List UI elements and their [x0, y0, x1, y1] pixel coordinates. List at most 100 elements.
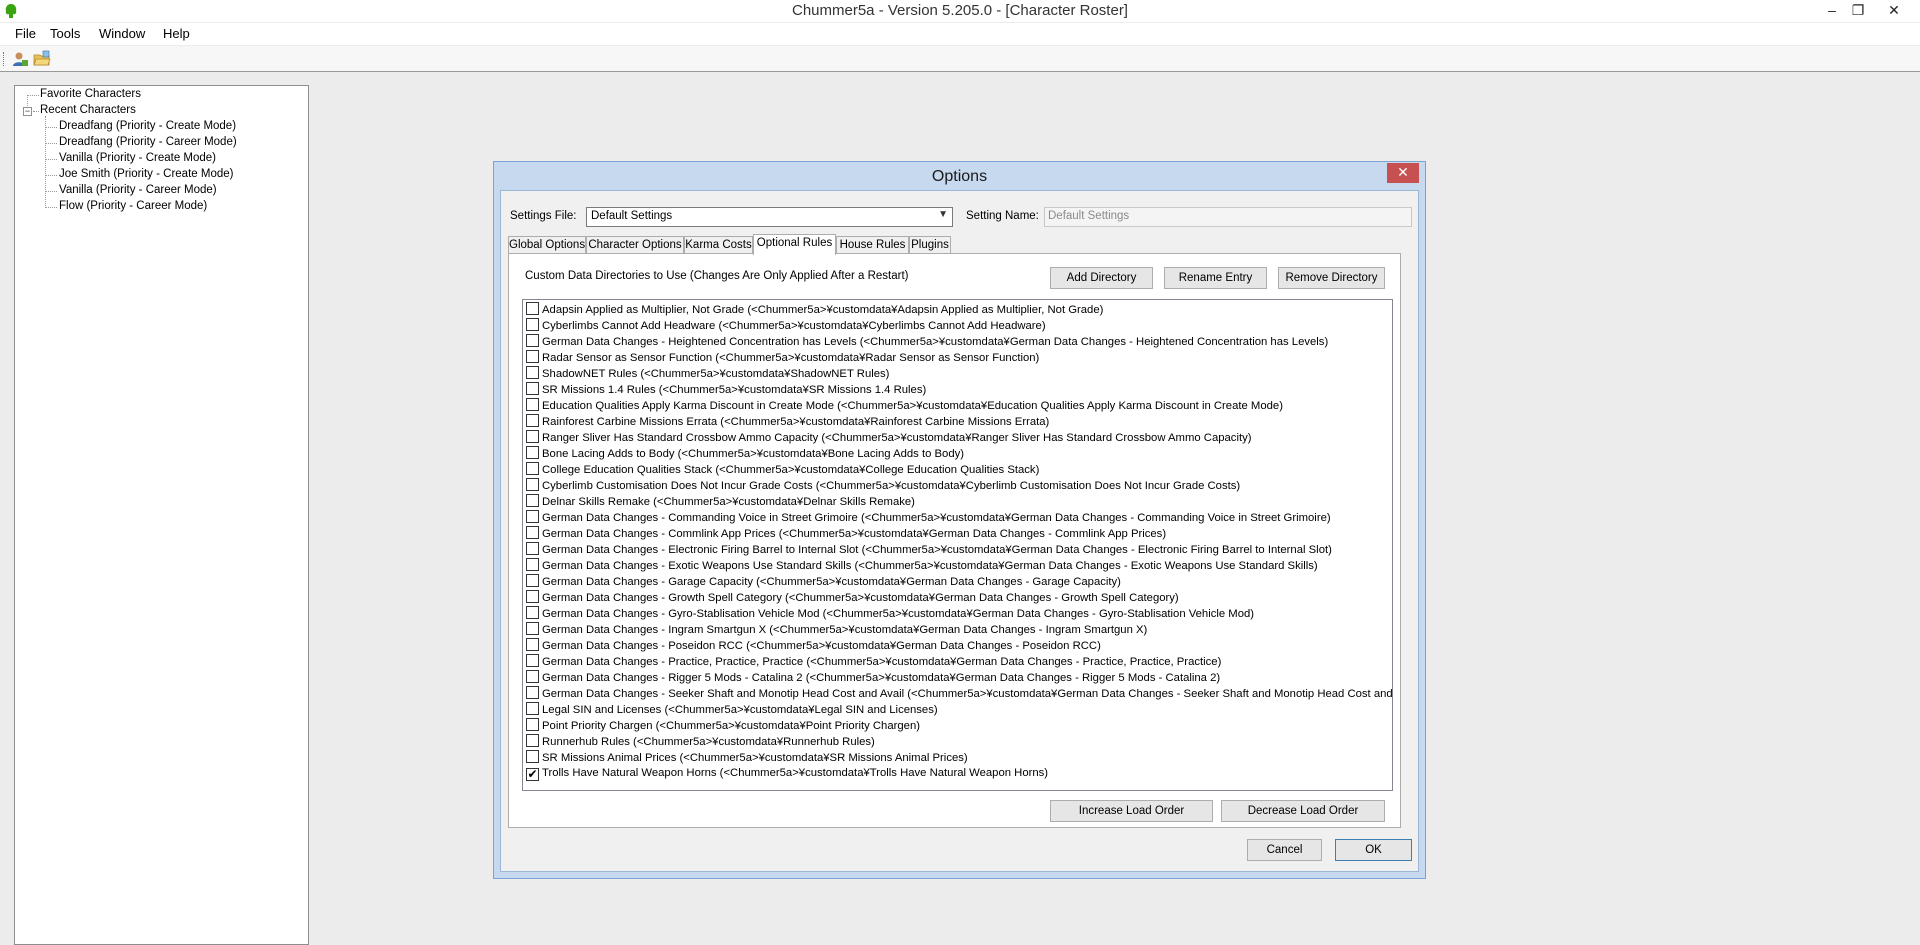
checkbox[interactable] — [526, 574, 539, 587]
minimize-button[interactable]: – — [1818, 0, 1846, 20]
directory-list-item[interactable]: Education Qualities Apply Karma Discount… — [526, 398, 1283, 414]
directory-list-item[interactable]: German Data Changes - Seeker Shaft and M… — [526, 686, 1392, 702]
directory-list-item[interactable]: German Data Changes - Exotic Weapons Use… — [526, 558, 1318, 574]
directory-list-item[interactable]: German Data Changes - Poseidon RCC (<Chu… — [526, 638, 1101, 654]
tab-karma-costs[interactable]: Karma Costs — [684, 236, 753, 254]
directory-list-item[interactable]: German Data Changes - Growth Spell Categ… — [526, 590, 1179, 606]
checkbox[interactable] — [526, 350, 539, 363]
checkbox[interactable] — [526, 686, 539, 699]
custom-data-directories-list[interactable]: Adapsin Applied as Multiplier, Not Grade… — [522, 299, 1393, 791]
checkbox[interactable] — [526, 382, 539, 395]
new-character-icon[interactable] — [11, 50, 29, 68]
ok-button[interactable]: OK — [1335, 839, 1412, 861]
directory-label: Rainforest Carbine Missions Errata (<Chu… — [542, 416, 1050, 428]
checkbox[interactable] — [526, 670, 539, 683]
directory-list-item[interactable]: German Data Changes - Gyro-Stablisation … — [526, 606, 1254, 622]
add-directory-button[interactable]: Add Directory — [1050, 267, 1153, 289]
checkbox[interactable] — [526, 398, 539, 411]
checkbox[interactable] — [526, 462, 539, 475]
checkbox[interactable] — [526, 318, 539, 331]
directory-list-item[interactable]: Adapsin Applied as Multiplier, Not Grade… — [526, 302, 1103, 318]
cancel-button[interactable]: Cancel — [1247, 839, 1322, 861]
checkbox[interactable] — [526, 526, 539, 539]
checkbox[interactable] — [526, 542, 539, 555]
tab-plugins[interactable]: Plugins — [909, 236, 951, 254]
checkbox[interactable] — [526, 558, 539, 571]
directory-list-item[interactable]: Delnar Skills Remake (<Chummer5a>¥custom… — [526, 494, 915, 510]
tree-node-favorite-characters[interactable]: Favorite Characters — [40, 88, 141, 100]
directory-label: Runnerhub Rules (<Chummer5a>¥customdata¥… — [542, 736, 875, 748]
directory-list-item[interactable]: Cyberlimbs Cannot Add Headware (<Chummer… — [526, 318, 1046, 334]
checkbox[interactable] — [526, 366, 539, 379]
checkbox[interactable] — [526, 302, 539, 315]
directory-list-item[interactable]: ✔ Trolls Have Natural Weapon Horns (<Chum… — [526, 766, 1048, 782]
checkbox[interactable] — [526, 654, 539, 667]
checkbox[interactable] — [526, 430, 539, 443]
menu-help[interactable]: Help — [163, 26, 190, 41]
tree-node-character[interactable]: Vanilla (Priority - Create Mode) — [59, 152, 216, 164]
restore-button[interactable]: ❐ — [1844, 0, 1872, 20]
directory-list-item[interactable]: Runnerhub Rules (<Chummer5a>¥customdata¥… — [526, 734, 875, 750]
collapse-icon[interactable]: − — [23, 107, 32, 116]
directory-list-item[interactable]: SR Missions 1.4 Rules (<Chummer5a>¥custo… — [526, 382, 926, 398]
checkbox[interactable] — [526, 638, 539, 651]
directory-list-item[interactable]: German Data Changes - Heightened Concent… — [526, 334, 1328, 350]
checkbox[interactable] — [526, 334, 539, 347]
directory-list-item[interactable]: German Data Changes - Garage Capacity (<… — [526, 574, 1121, 590]
menu-tools[interactable]: Tools — [50, 26, 80, 41]
remove-directory-button[interactable]: Remove Directory — [1278, 267, 1385, 289]
character-roster-tree[interactable]: Favorite Characters − Recent Characters … — [14, 85, 309, 945]
directory-list-item[interactable]: German Data Changes - Commlink App Price… — [526, 526, 1166, 542]
tree-node-character[interactable]: Flow (Priority - Career Mode) — [59, 200, 207, 212]
dialog-close-button[interactable]: ✕ — [1387, 163, 1419, 183]
checkbox[interactable] — [526, 590, 539, 603]
tree-node-character[interactable]: Vanilla (Priority - Career Mode) — [59, 184, 217, 196]
checkbox[interactable] — [526, 718, 539, 731]
decrease-load-order-button[interactable]: Decrease Load Order — [1221, 800, 1385, 822]
directory-list-item[interactable]: German Data Changes - Commanding Voice i… — [526, 510, 1331, 526]
directory-list-item[interactable]: German Data Changes - Electronic Firing … — [526, 542, 1332, 558]
directory-list-item[interactable]: Ranger Sliver Has Standard Crossbow Ammo… — [526, 430, 1252, 446]
increase-load-order-button[interactable]: Increase Load Order — [1050, 800, 1213, 822]
directory-list-item[interactable]: Radar Sensor as Sensor Function (<Chumme… — [526, 350, 1039, 366]
checkbox[interactable] — [526, 606, 539, 619]
checkbox[interactable] — [526, 622, 539, 635]
setting-name-field[interactable]: Default Settings — [1044, 207, 1412, 227]
directory-list-item[interactable]: Point Priority Chargen (<Chummer5a>¥cust… — [526, 718, 920, 734]
directory-label: German Data Changes - Ingram Smartgun X … — [542, 624, 1148, 636]
open-folder-icon[interactable] — [33, 50, 51, 68]
tab-character-options[interactable]: Character Options — [586, 236, 684, 254]
menu-window[interactable]: Window — [99, 26, 145, 41]
tree-node-character[interactable]: Dreadfang (Priority - Career Mode) — [59, 136, 237, 148]
checkbox[interactable] — [526, 510, 539, 523]
directory-list-item[interactable]: German Data Changes - Ingram Smartgun X … — [526, 622, 1147, 638]
checkbox[interactable] — [526, 478, 539, 491]
checkbox-checked[interactable]: ✔ — [526, 768, 539, 781]
directory-list-item[interactable]: ShadowNET Rules (<Chummer5a>¥customdata¥… — [526, 366, 889, 382]
checkbox[interactable] — [526, 446, 539, 459]
directory-list-item[interactable]: German Data Changes - Rigger 5 Mods - Ca… — [526, 670, 1220, 686]
tree-node-character[interactable]: Dreadfang (Priority - Create Mode) — [59, 120, 236, 132]
window-close-button[interactable]: ✕ — [1880, 0, 1908, 20]
directory-list-item[interactable]: College Education Qualities Stack (<Chum… — [526, 462, 1039, 478]
tree-node-character[interactable]: Joe Smith (Priority - Create Mode) — [59, 168, 233, 180]
directory-list-item[interactable]: German Data Changes - Practice, Practice… — [526, 654, 1221, 670]
rename-entry-button[interactable]: Rename Entry — [1164, 267, 1267, 289]
checkbox[interactable] — [526, 494, 539, 507]
tab-optional-rules[interactable]: Optional Rules — [753, 234, 836, 255]
tab-house-rules[interactable]: House Rules — [836, 236, 909, 254]
directory-list-item[interactable]: Rainforest Carbine Missions Errata (<Chu… — [526, 414, 1049, 430]
checkbox[interactable] — [526, 414, 539, 427]
directory-list-item[interactable]: Bone Lacing Adds to Body (<Chummer5a>¥cu… — [526, 446, 964, 462]
directory-list-item[interactable]: Legal SIN and Licenses (<Chummer5a>¥cust… — [526, 702, 938, 718]
checkbox[interactable] — [526, 702, 539, 715]
toolbar-grip[interactable] — [3, 52, 5, 66]
tab-global-options[interactable]: Global Options — [508, 236, 586, 254]
checkbox[interactable] — [526, 734, 539, 747]
tree-node-recent-characters[interactable]: Recent Characters — [40, 104, 136, 116]
directory-list-item[interactable]: Cyberlimb Customisation Does Not Incur G… — [526, 478, 1240, 494]
checkbox[interactable] — [526, 750, 539, 763]
directory-list-item[interactable]: SR Missions Animal Prices (<Chummer5a>¥c… — [526, 750, 968, 766]
menu-file[interactable]: File — [15, 26, 36, 41]
settings-file-dropdown[interactable]: Default Settings ▼ — [586, 207, 953, 227]
